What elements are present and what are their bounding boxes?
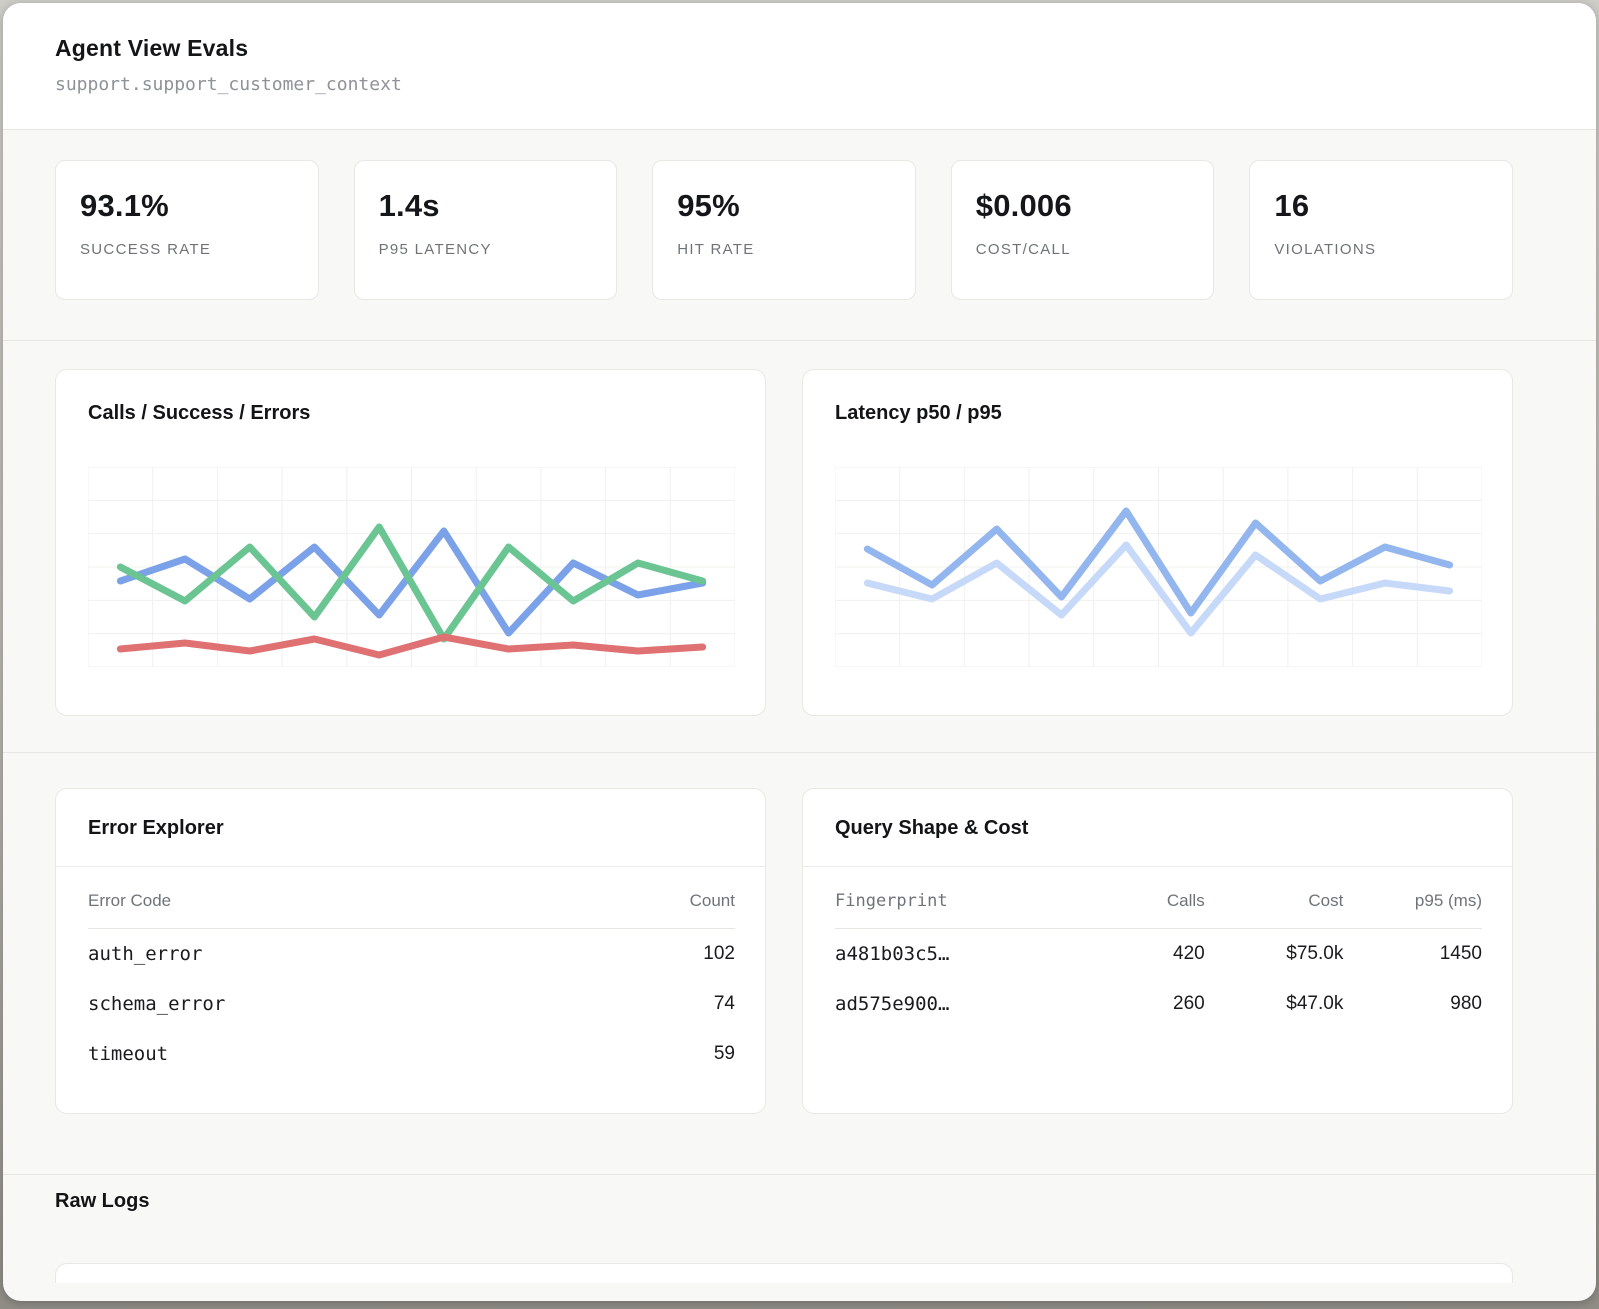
- column-header-cost: Cost: [1308, 891, 1344, 910]
- column-header-calls: Calls: [1166, 891, 1205, 910]
- raw-logs-section: Raw Logs: [3, 1174, 1596, 1283]
- fingerprint-cell: ad575e900…: [835, 993, 950, 1015]
- fingerprint-cell: a481b03c5…: [835, 943, 950, 965]
- kpi-value: 93.1%: [80, 188, 169, 223]
- error-explorer-card: Error Explorer Error Code Count auth_err…: [55, 788, 766, 1114]
- calls-success-errors-chart-card: Calls / Success / Errors: [55, 369, 766, 716]
- table-row[interactable]: timeout 59: [88, 1029, 735, 1079]
- error-explorer-header: Error Explorer: [56, 789, 765, 867]
- p95-cell: 1450: [1439, 943, 1482, 964]
- column-header-fingerprint: Fingerprint: [835, 891, 948, 911]
- kpi-card-hit-rate: 95% HIT RATE: [652, 160, 916, 300]
- calls-cell: 420: [1173, 943, 1205, 964]
- kpi-label: VIOLATIONS: [1274, 241, 1377, 258]
- table-row[interactable]: a481b03c5… 420 $75.0k 1450: [835, 929, 1482, 979]
- kpi-value: $0.006: [975, 188, 1072, 223]
- dashboard-window: Agent View Evals support.support_custome…: [3, 3, 1596, 1301]
- column-header-error-code: Error Code: [88, 891, 172, 910]
- table-row[interactable]: ad575e900… 260 $47.0k 980: [835, 979, 1482, 1029]
- kpi-label: HIT RATE: [677, 241, 755, 258]
- page-title: Agent View Evals: [55, 35, 249, 61]
- kpi-card-cost-per-call: $0.006 COST/CALL: [950, 160, 1215, 300]
- page-subtitle: support.support_customer_context: [55, 74, 402, 95]
- cost-cell: $47.0k: [1286, 993, 1344, 1014]
- query-shape-cost-card: Query Shape & Cost Fingerprint Calls Cos…: [802, 788, 1513, 1114]
- tables-row: Error Explorer Error Code Count auth_err…: [3, 752, 1596, 1174]
- kpi-card-success-rate: 93.1% SUCCESS RATE: [55, 160, 319, 300]
- charts-row: Calls / Success / Errors Latency p50 / p…: [3, 340, 1596, 752]
- chart-title: Calls / Success / Errors: [88, 402, 311, 424]
- kpi-value: 95%: [677, 188, 740, 223]
- p95-cell: 980: [1450, 993, 1482, 1014]
- table-row[interactable]: schema_error 74: [88, 979, 735, 1029]
- raw-logs-title: Raw Logs: [55, 1190, 150, 1212]
- cost-cell: $75.0k: [1286, 943, 1344, 964]
- error-code-cell: schema_error: [88, 993, 226, 1015]
- table-row[interactable]: auth_error 102: [88, 929, 735, 979]
- kpi-strip: 93.1% SUCCESS RATE 1.4s P95 LATENCY 95% …: [3, 130, 1596, 340]
- count-cell: 74: [713, 993, 735, 1014]
- kpi-card-violations: 16 VIOLATIONS: [1249, 160, 1513, 300]
- raw-logs-card-top: [55, 1263, 1513, 1283]
- query-shape-title: Query Shape & Cost: [835, 817, 1029, 839]
- latency-chart-card: Latency p50 / p95: [802, 369, 1513, 716]
- table-header-row: Error Code Count: [88, 891, 735, 929]
- table-header-row: Fingerprint Calls Cost p95 (ms): [835, 891, 1482, 929]
- error-code-cell: auth_error: [88, 943, 203, 965]
- kpi-card-p95-latency: 1.4s P95 LATENCY: [353, 160, 618, 300]
- calls-success-errors-line-chart[interactable]: [88, 467, 735, 667]
- error-code-cell: timeout: [88, 1043, 169, 1065]
- kpi-value: 1.4s: [378, 188, 440, 223]
- query-shape-table: Fingerprint Calls Cost p95 (ms) a481b03c…: [803, 867, 1512, 1063]
- kpi-label: P95 LATENCY: [378, 241, 492, 258]
- kpi-label: COST/CALL: [975, 241, 1071, 258]
- kpi-label: SUCCESS RATE: [80, 241, 212, 258]
- page-header: Agent View Evals support.support_custome…: [3, 3, 1596, 130]
- query-shape-header: Query Shape & Cost: [803, 789, 1512, 867]
- error-explorer-title: Error Explorer: [88, 817, 224, 839]
- column-header-p95-ms: p95 (ms): [1414, 891, 1482, 910]
- chart-title: Latency p50 / p95: [835, 402, 1002, 424]
- calls-cell: 260: [1173, 993, 1205, 1014]
- kpi-value: 16: [1274, 188, 1310, 223]
- latency-p50-p95-line-chart[interactable]: [835, 467, 1482, 667]
- count-cell: 59: [713, 1043, 735, 1064]
- column-header-count: Count: [689, 891, 735, 910]
- count-cell: 102: [703, 943, 735, 964]
- error-explorer-table: Error Code Count auth_error 102 schema_e…: [56, 867, 765, 1113]
